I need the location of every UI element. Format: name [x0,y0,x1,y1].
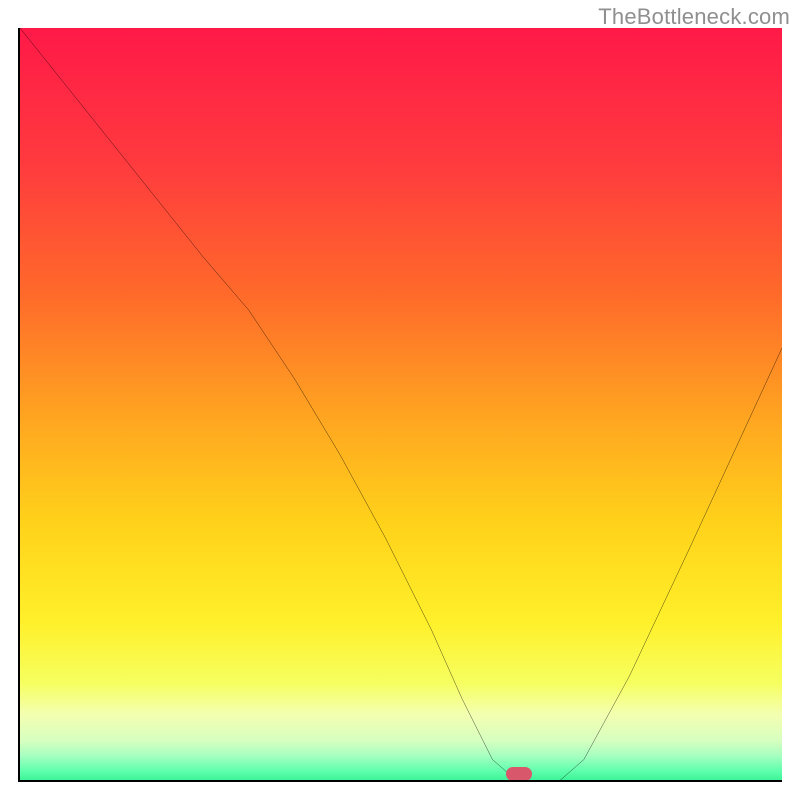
optimal-point-marker [506,767,532,781]
bottleneck-curve [20,28,782,782]
attribution-label: TheBottleneck.com [598,4,790,30]
plot-area [18,28,782,782]
chart-container: TheBottleneck.com [0,0,800,800]
